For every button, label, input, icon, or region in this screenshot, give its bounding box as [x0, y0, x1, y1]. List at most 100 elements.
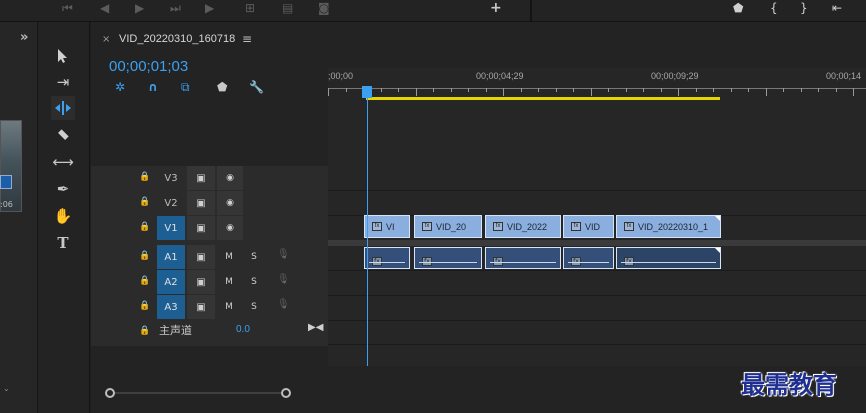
close-tab-icon[interactable]: ×	[102, 34, 110, 45]
track-name-a3[interactable]: A3	[157, 295, 185, 319]
solo-button[interactable]: S	[244, 245, 264, 269]
video-clip[interactable]: fx VID_2022	[485, 215, 561, 238]
lock-icon[interactable]: 🔒	[139, 301, 150, 311]
clip-label: VID_20220310_1	[638, 221, 709, 232]
zoom-handle-left[interactable]	[105, 388, 115, 398]
expand-panels-icon[interactable]: »	[20, 30, 28, 45]
ripple-edit-tool-icon[interactable]	[51, 96, 75, 120]
lock-icon[interactable]: 🔒	[139, 197, 150, 207]
hand-tool-icon[interactable]: ✋	[51, 204, 75, 228]
panel-menu-icon[interactable]: ≡	[242, 32, 252, 46]
add-marker-icon[interactable]: ⬟	[217, 80, 227, 94]
pen-tool-icon[interactable]: ✒	[51, 177, 75, 201]
playhead-timecode[interactable]: 00;00;01;03	[109, 58, 188, 75]
marker-icon[interactable]: ⬟	[733, 2, 743, 14]
sync-lock-icon[interactable]: ▣	[187, 270, 215, 294]
go-to-end-icon[interactable]: ▶◀	[308, 322, 323, 333]
mute-button[interactable]: M	[219, 245, 239, 269]
solo-button[interactable]: S	[244, 295, 264, 319]
track-header-v3: 🔒 V3 ▣ ◉	[91, 166, 328, 190]
lock-icon[interactable]: 🔒	[139, 222, 150, 232]
track-name-v1[interactable]: V1	[157, 216, 185, 240]
microphone-icon[interactable]: 🎙	[277, 299, 290, 310]
track-select-tool-icon[interactable]: ⇥	[51, 70, 75, 94]
video-clip[interactable]: fx VID	[563, 215, 614, 238]
lock-icon[interactable]: 🔒	[139, 276, 150, 286]
sync-lock-icon[interactable]: ▣	[187, 191, 215, 215]
microphone-icon[interactable]: 🎙	[277, 249, 290, 260]
track-header-a3: 🔒 A3 ▣ M S 🎙	[91, 295, 328, 319]
work-area-bar[interactable]	[366, 97, 720, 100]
video-audio-divider[interactable]	[328, 240, 866, 246]
ruler-tick	[660, 88, 662, 92]
ruler-tick	[538, 88, 539, 92]
video-clip[interactable]: fx VID_20	[414, 215, 482, 238]
mute-button[interactable]: M	[219, 270, 239, 294]
clip-end-marker	[715, 216, 720, 221]
time-ruler[interactable]: ;00;00 00;00;04;29 00;00;09;29 00;00;14	[328, 68, 866, 144]
video-clip[interactable]: fx VID_20220310_1	[616, 215, 721, 238]
sequence-tab-title[interactable]: VID_20220310_160718	[119, 33, 235, 45]
timeline-settings-wrench-icon[interactable]: 🔧	[249, 80, 264, 94]
master-volume-value[interactable]: 0.0	[236, 324, 250, 335]
zoom-scroll-track[interactable]	[110, 392, 287, 394]
linked-selection-icon[interactable]: ⧉	[181, 80, 190, 95]
track-name-v2[interactable]: V2	[157, 191, 185, 215]
ruler-tick	[713, 88, 714, 92]
go-to-in-icon[interactable]: ⇤	[832, 2, 842, 14]
solo-button[interactable]: S	[244, 270, 264, 294]
type-tool-icon[interactable]: T	[51, 231, 75, 255]
audio-clip[interactable]: fx	[563, 247, 614, 269]
mute-button[interactable]: M	[219, 295, 239, 319]
selection-tool-icon[interactable]	[51, 44, 75, 68]
ruler-tick	[555, 88, 557, 92]
microphone-icon[interactable]: 🎙	[277, 274, 290, 285]
step-back-icon[interactable]: ⏮	[62, 2, 73, 14]
sync-lock-icon[interactable]: ▣	[187, 295, 215, 319]
waveform	[419, 262, 477, 263]
nest-toggle-icon[interactable]: ✲	[115, 80, 125, 94]
scroll-chevron-icon[interactable]: ⌄	[3, 384, 10, 393]
eye-icon[interactable]: ◉	[217, 166, 243, 190]
mark-in-icon[interactable]: {	[770, 2, 778, 14]
track-name-a1[interactable]: A1	[157, 245, 185, 269]
forward-icon[interactable]: ▶	[205, 2, 214, 14]
ruler-tick	[345, 88, 347, 92]
ruler-tick	[678, 88, 679, 96]
sync-lock-icon[interactable]: ▣	[187, 166, 215, 190]
playhead-line[interactable]	[367, 94, 368, 385]
lock-icon[interactable]: 🔒	[139, 172, 150, 182]
add-button-icon[interactable]: +	[490, 0, 502, 16]
export-frame-icon[interactable]: ◙	[318, 2, 330, 14]
lock-icon[interactable]: 🔒	[139, 326, 150, 336]
ruler-tick	[853, 88, 854, 96]
overwrite-icon[interactable]: ▤	[282, 2, 293, 14]
sync-lock-icon[interactable]: ▣	[187, 245, 215, 269]
eye-icon[interactable]: ◉	[217, 191, 243, 215]
razor-tool-icon[interactable]	[51, 123, 75, 147]
media-thumbnail[interactable]	[0, 120, 22, 212]
step-forward-icon[interactable]: ⏭	[170, 2, 181, 14]
audio-clip[interactable]: fx	[364, 247, 410, 269]
sync-lock-icon[interactable]: ▣	[187, 216, 215, 240]
ruler-label: 00;00;04;29	[476, 71, 524, 81]
ruler-tick	[818, 88, 819, 92]
zoom-handle-right[interactable]	[281, 388, 291, 398]
slip-tool-icon[interactable]: ⟷	[51, 150, 75, 174]
mark-out-icon[interactable]: }	[800, 2, 808, 14]
track-name-v3[interactable]: V3	[157, 166, 185, 190]
audio-clip[interactable]: fx	[485, 247, 561, 269]
insert-icon[interactable]: ⊞	[245, 2, 255, 14]
audio-clip[interactable]: fx	[414, 247, 482, 269]
audio-clip[interactable]: fx	[616, 247, 721, 269]
track-name-a2[interactable]: A2	[157, 270, 185, 294]
video-clip[interactable]: fx VI	[364, 215, 410, 238]
eye-icon[interactable]: ◉	[217, 216, 243, 240]
clip-label: VID	[585, 221, 601, 232]
rewind-icon[interactable]: ◀	[100, 2, 109, 14]
play-icon[interactable]: ▶	[135, 2, 144, 14]
track-lanes[interactable]: fx VI fx VID_20 fx VID_2022 fx VID fx VID_202…	[328, 144, 866, 388]
waveform	[490, 262, 556, 263]
lock-icon[interactable]: 🔒	[139, 251, 150, 261]
snap-icon[interactable]: ∩	[148, 80, 158, 94]
